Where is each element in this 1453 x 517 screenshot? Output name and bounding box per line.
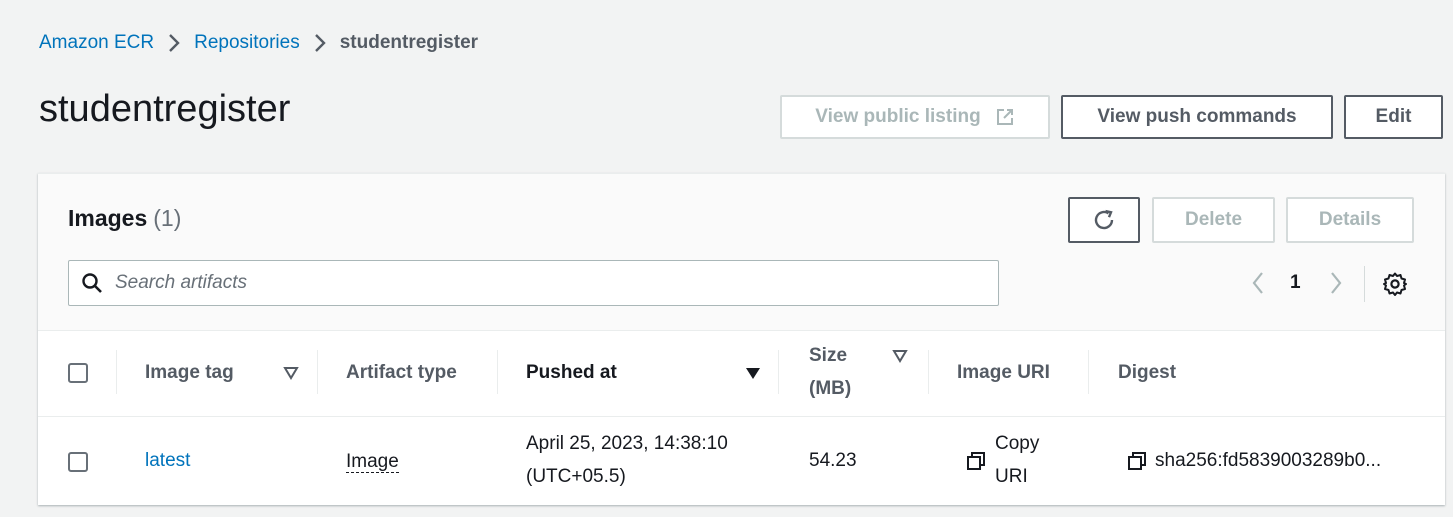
image-tag-link[interactable]: latest xyxy=(145,445,190,477)
pager-divider xyxy=(1364,266,1365,302)
chevron-right-icon xyxy=(168,33,180,53)
images-count: (1) xyxy=(153,205,182,231)
copy-uri-label[interactable]: Copy xyxy=(995,428,1039,460)
copy-uri-label-line2[interactable]: URI xyxy=(995,461,1028,493)
column-divider xyxy=(778,350,779,394)
edit-button[interactable]: Edit xyxy=(1344,95,1443,139)
pushed-at-timezone: (UTC+05.5) xyxy=(526,466,626,487)
column-divider xyxy=(1088,350,1089,394)
column-header-artifact-type[interactable]: Artifact type xyxy=(346,362,457,384)
breadcrumb-repositories[interactable]: Repositories xyxy=(194,32,300,54)
previous-page-icon[interactable] xyxy=(1248,269,1268,297)
details-label: Details xyxy=(1318,209,1382,230)
edit-label: Edit xyxy=(1375,106,1412,127)
sort-descending-icon[interactable] xyxy=(745,366,761,380)
breadcrumb: Amazon ECR Repositories studentregister xyxy=(39,32,478,54)
digest-value: sha256:fd5839003289b0... xyxy=(1155,450,1382,471)
column-header-size[interactable]: Size xyxy=(809,345,847,367)
chevron-right-icon xyxy=(314,33,326,53)
copy-icon[interactable] xyxy=(966,451,986,471)
column-header-size-unit: (MB) xyxy=(809,378,852,399)
row-divider xyxy=(38,416,1445,417)
refresh-icon xyxy=(1092,208,1116,232)
column-divider xyxy=(317,350,318,394)
artifact-type-value[interactable]: Image xyxy=(346,451,399,473)
column-header-digest: Digest xyxy=(1118,362,1177,383)
sort-icon[interactable] xyxy=(283,366,299,380)
search-icon xyxy=(81,272,103,294)
copy-icon[interactable] xyxy=(1127,451,1147,471)
delete-button[interactable]: Delete xyxy=(1152,197,1275,243)
size-value: 54.23 xyxy=(809,450,857,471)
next-page-icon[interactable] xyxy=(1326,269,1346,297)
current-page-number[interactable]: 1 xyxy=(1290,272,1301,294)
select-all-checkbox[interactable] xyxy=(68,363,88,383)
breadcrumb-current: studentregister xyxy=(339,32,479,53)
view-public-listing-label: View public listing xyxy=(815,106,981,127)
images-title-text: Images xyxy=(68,205,148,231)
column-header-image-uri: Image URI xyxy=(957,362,1050,383)
search-artifacts-field[interactable] xyxy=(68,260,999,306)
column-divider xyxy=(116,350,117,394)
breadcrumb-amazon-ecr[interactable]: Amazon ECR xyxy=(39,32,154,54)
external-link-icon xyxy=(995,107,1015,127)
images-panel-title: Images (1) xyxy=(68,205,181,232)
column-header-image-tag[interactable]: Image tag xyxy=(145,362,234,384)
images-panel: Images(1) Delete Details 1 xyxy=(38,173,1445,505)
artifact-type-cell: Image xyxy=(346,446,399,478)
column-header-pushed-at[interactable]: Pushed at xyxy=(526,362,617,384)
row-checkbox[interactable] xyxy=(68,452,88,472)
gear-icon[interactable] xyxy=(1382,271,1408,297)
pushed-at-date: April 25, 2023, 14:38:10 xyxy=(526,433,728,454)
page-title: studentregister xyxy=(39,88,291,130)
view-public-listing-button[interactable]: View public listing xyxy=(780,95,1050,139)
delete-label: Delete xyxy=(1184,209,1243,230)
column-divider xyxy=(928,350,929,394)
refresh-button[interactable] xyxy=(1068,197,1140,243)
details-button[interactable]: Details xyxy=(1286,197,1414,243)
view-push-commands-button[interactable]: View push commands xyxy=(1061,95,1333,139)
search-input[interactable] xyxy=(113,271,977,295)
view-push-commands-label: View push commands xyxy=(1097,106,1297,127)
sort-icon[interactable] xyxy=(892,349,908,363)
column-divider xyxy=(497,350,498,394)
